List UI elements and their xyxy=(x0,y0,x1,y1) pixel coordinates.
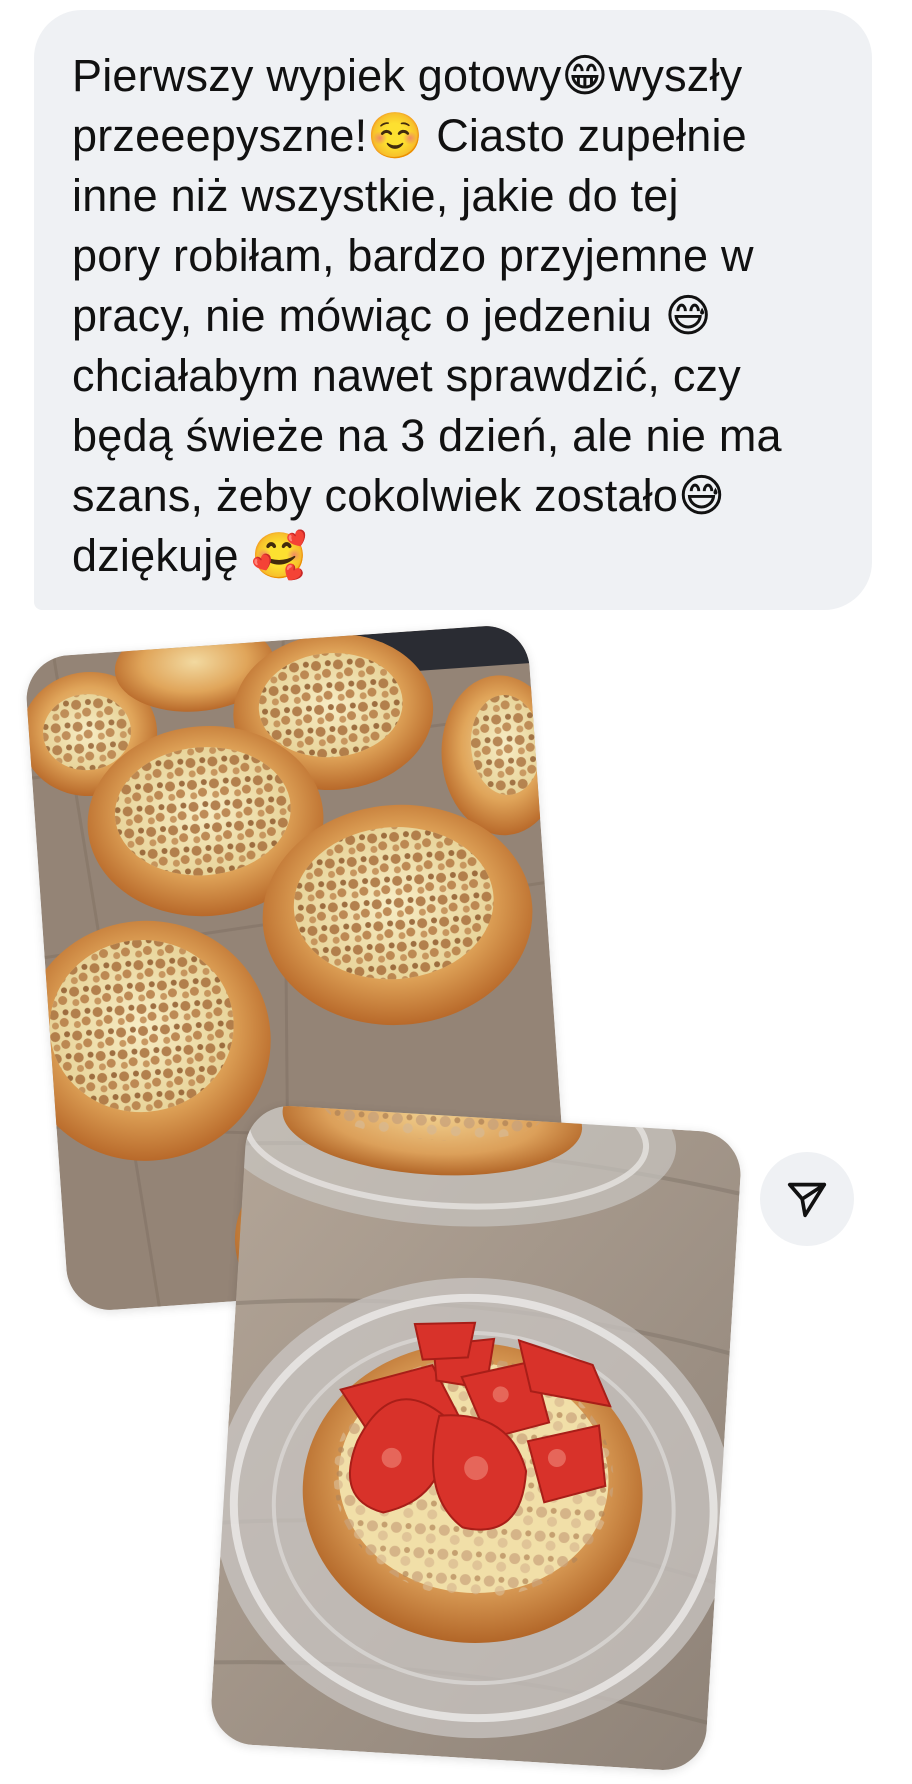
send-icon xyxy=(787,1182,827,1218)
message-bubble[interactable]: Pierwszy wypiek gotowy😁wyszły przeeepysz… xyxy=(34,10,872,610)
chat-screen: Pierwszy wypiek gotowy😁wyszły przeeepysz… xyxy=(0,0,912,1784)
share-button[interactable] xyxy=(760,1152,854,1246)
photo-attachment-bun-strawberries[interactable] xyxy=(208,1103,744,1773)
message-text: Pierwszy wypiek gotowy😁wyszły przeeepysz… xyxy=(72,50,782,581)
photo-bun-with-strawberries-image xyxy=(208,1103,744,1773)
